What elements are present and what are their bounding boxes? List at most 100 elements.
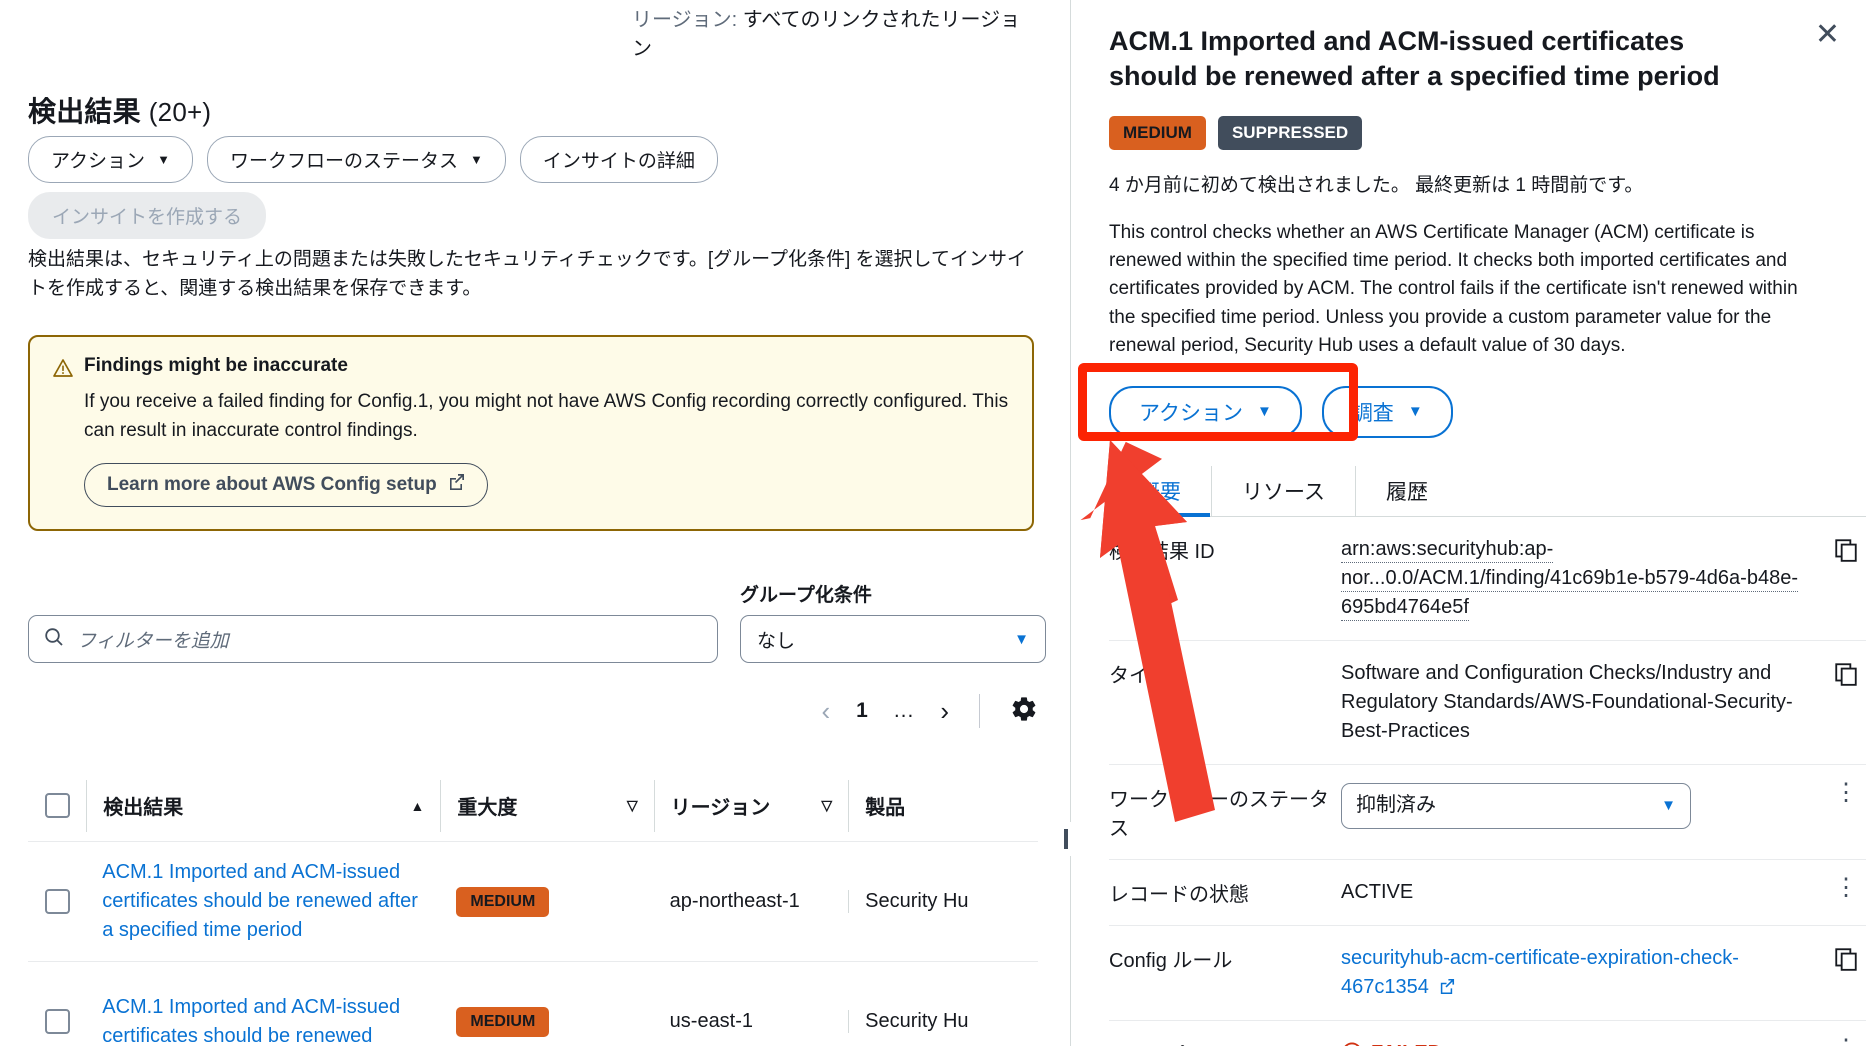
table-row[interactable]: ACM.1 Imported and ACM-issued certificat… (28, 962, 1038, 1046)
row-checkbox[interactable] (44, 1009, 70, 1034)
field-value: 抑制済み ▼ (1341, 782, 1823, 829)
tab-history[interactable]: 履歴 (1356, 466, 1458, 516)
cell-region: ap-northeast-1 (669, 890, 800, 912)
column-header-severity[interactable]: 重大度 ▽ (440, 779, 653, 832)
column-header-severity-label: 重大度 (457, 797, 518, 819)
field-compliance: ▶コンプライアンス FAILED ⋮ (1109, 1021, 1866, 1046)
findings-table: 検出結果 ▲ 重大度 ▽ リージョン ▽ 製品 ACM.1 Imported a… (28, 770, 1038, 1046)
page-ellipsis: ... (893, 699, 915, 722)
grip-bar (1064, 829, 1068, 849)
detail-actions-button[interactable]: アクション ▼ (1109, 385, 1302, 438)
field-finding-id: 検出結果 ID arn:aws:securityhub:ap-nor...0.0… (1109, 517, 1866, 641)
investigate-button[interactable]: 調査 ▼ (1321, 385, 1453, 438)
column-header-product[interactable]: 製品 (848, 779, 1038, 832)
group-by-select[interactable]: なし ▼ (740, 615, 1046, 663)
sort-icon: ▽ (626, 797, 638, 813)
finding-link[interactable]: ACM.1 Imported and ACM-issued certificat… (102, 861, 418, 941)
select-all-cell (28, 793, 86, 818)
select-all-checkbox[interactable] (44, 793, 70, 818)
region-label: リージョン: (632, 9, 738, 31)
row-checkbox[interactable] (44, 889, 70, 914)
compliance-status-text: FAILED (1371, 1039, 1442, 1046)
actions-dropdown-button[interactable]: アクション ▼ (28, 136, 193, 183)
field-label: Config ルール (1109, 949, 1233, 972)
group-by-wrapper: グループ化条件 なし ▼ (740, 580, 1046, 663)
findings-count: (20+) (148, 97, 212, 127)
field-label: ▶コンプライアンス (1109, 1039, 1341, 1046)
inaccurate-findings-alert: Findings might be inaccurate If you rece… (28, 335, 1034, 531)
chevron-down-icon: ▼ (1661, 796, 1676, 814)
detail-meta: 4 か月前に初めて検出されました。 最終更新は 1 時間前です。 (1109, 175, 1644, 197)
field-action (1823, 535, 1866, 568)
status-badge: SUPPRESSED (1217, 116, 1363, 151)
search-input[interactable]: フィルターを追加 (28, 615, 718, 663)
config-rule-link[interactable]: securityhub-acm-certificate-expiration-c… (1341, 947, 1739, 998)
more-options-icon[interactable]: ⋮ (1834, 1036, 1858, 1046)
table-header-row: 検出結果 ▲ 重大度 ▽ リージョン ▽ 製品 (28, 770, 1038, 842)
column-header-region[interactable]: リージョン ▽ (653, 779, 849, 832)
page-number-1[interactable]: 1 (856, 699, 868, 723)
detail-actions-label: アクション (1139, 401, 1243, 425)
field-value: securityhub-acm-certificate-expiration-c… (1341, 944, 1823, 1002)
column-header-finding[interactable]: 検出結果 ▲ (86, 779, 440, 832)
detail-fields: 検出結果 ID arn:aws:securityhub:ap-nor...0.0… (1109, 517, 1866, 1046)
pagination: ‹ 1 ... › (821, 694, 1038, 728)
workflow-status-value: 抑制済み (1356, 794, 1436, 817)
field-label: ワークフローのステータス (1109, 788, 1329, 840)
finding-detail-panel: ACM.1 Imported and ACM-issued certificat… (1071, 0, 1866, 1046)
copy-icon[interactable] (1833, 537, 1859, 568)
insight-details-button[interactable]: インサイトの詳細 (519, 136, 718, 183)
tab-overview[interactable]: 概要 (1109, 465, 1212, 517)
field-action: ⋮ (1823, 1036, 1866, 1046)
chevron-down-icon: ▼ (1407, 403, 1423, 421)
field-value: FAILED (1341, 1039, 1823, 1046)
severity-badge: MEDIUM (1109, 116, 1206, 151)
cell-product: Security Hu (848, 890, 1038, 913)
sort-icon: ▽ (821, 797, 833, 813)
actions-dropdown-label: アクション (51, 151, 146, 172)
detail-badges: MEDIUM SUPPRESSED (1109, 116, 1838, 151)
more-options-icon[interactable]: ⋮ (1834, 780, 1858, 804)
field-action: ⋮ (1823, 875, 1866, 899)
copy-icon[interactable] (1833, 946, 1859, 977)
field-label: レコードの状態 (1109, 883, 1249, 906)
prev-page-button[interactable]: ‹ (821, 698, 830, 724)
close-icon[interactable]: ✕ (1815, 20, 1840, 50)
field-value: arn:aws:securityhub:ap-nor...0.0/ACM.1/f… (1341, 535, 1823, 622)
chevron-down-icon: ▼ (469, 152, 483, 167)
investigate-label: 調査 (1351, 401, 1394, 425)
region-indicator: リージョン: すべてのリンクされたリージョン (632, 6, 1022, 64)
filter-row: フィルターを追加 グループ化条件 なし ▼ (28, 580, 1046, 663)
cell-severity: MEDIUM (440, 886, 653, 917)
more-options-icon[interactable]: ⋮ (1834, 875, 1858, 899)
field-type: タイプ Software and Configuration Checks/In… (1109, 641, 1866, 765)
sort-ascending-icon: ▲ (410, 797, 425, 814)
chevron-down-icon: ▼ (1256, 403, 1272, 421)
cell-region: us-east-1 (669, 1010, 754, 1032)
row-select-cell (28, 889, 86, 914)
learn-more-config-button[interactable]: Learn more about AWS Config setup (84, 463, 488, 507)
field-action: ⋮ (1823, 780, 1866, 804)
compliance-status: FAILED (1341, 1039, 1442, 1046)
next-page-button[interactable]: › (940, 698, 949, 724)
warning-triangle-icon (52, 357, 74, 384)
external-link-icon (447, 473, 465, 497)
workflow-status-dropdown-button[interactable]: ワークフローのステータス ▼ (206, 136, 506, 183)
page-title-text: 検出結果 (28, 96, 141, 127)
cell-severity: MEDIUM (440, 1006, 653, 1037)
copy-icon[interactable] (1833, 661, 1859, 692)
detail-description: This control checks whether an AWS Certi… (1109, 222, 1798, 356)
field-value: ACTIVE (1341, 880, 1414, 903)
field-workflow-status: ワークフローのステータス 抑制済み ▼ ⋮ (1109, 765, 1866, 860)
severity-badge: MEDIUM (456, 1006, 550, 1037)
tab-resources[interactable]: リソース (1212, 465, 1356, 516)
create-insight-button[interactable]: インサイトを作成する (28, 192, 267, 239)
column-header-finding-label: 検出結果 (103, 797, 184, 819)
gear-icon[interactable] (1010, 695, 1038, 728)
row-select-cell (28, 1009, 86, 1034)
workflow-status-select[interactable]: 抑制済み ▼ (1341, 782, 1691, 829)
findings-list-pane: リージョン: すべてのリンクされたリージョン 検出結果 (20+) アクション … (0, 0, 1070, 1046)
alert-header: Findings might be inaccurate (52, 355, 1010, 384)
finding-link[interactable]: ACM.1 Imported and ACM-issued certificat… (102, 996, 400, 1046)
table-row[interactable]: ACM.1 Imported and ACM-issued certificat… (28, 842, 1038, 962)
